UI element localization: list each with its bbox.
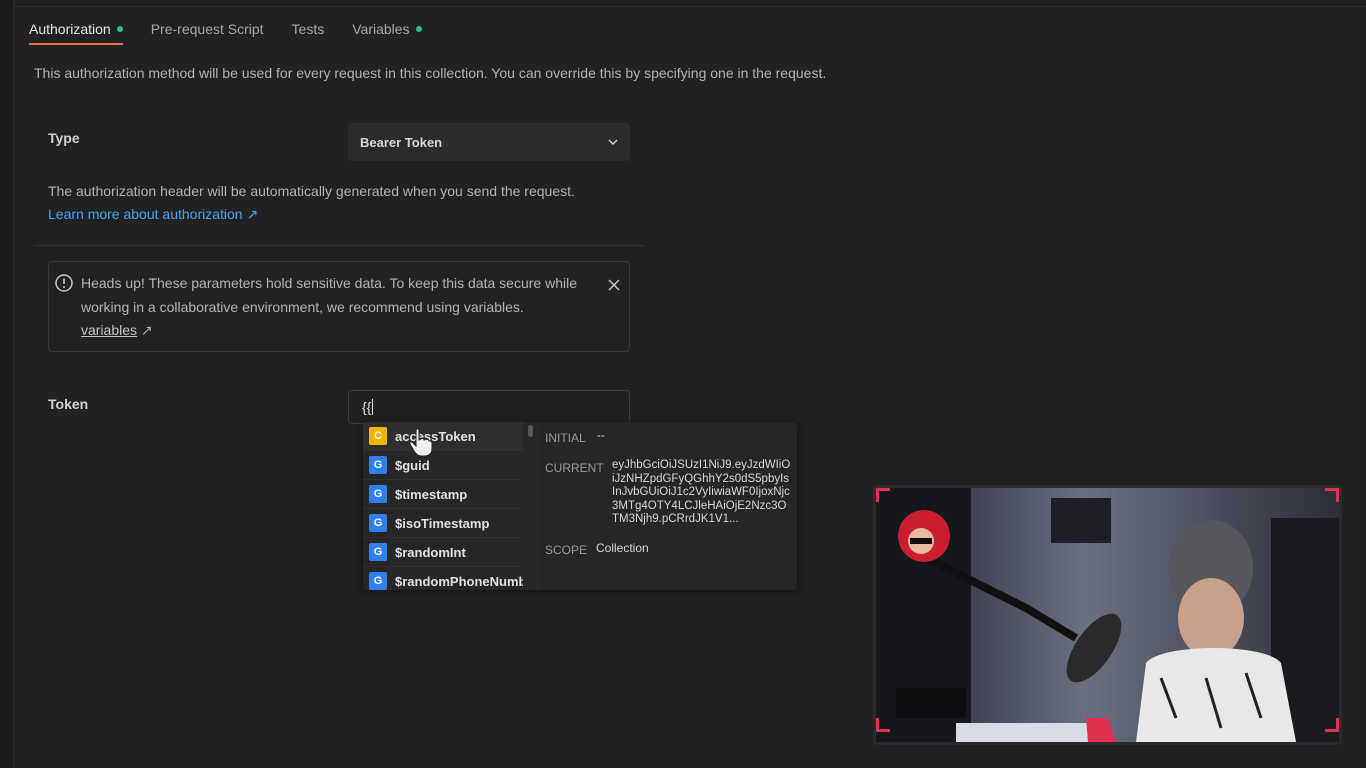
frame-corner [876, 488, 890, 502]
type-label: Type [48, 130, 80, 146]
initial-value: -- [597, 428, 605, 442]
scope-value: Collection [596, 541, 649, 555]
auth-description: This authorization method will be used f… [34, 65, 827, 81]
auth-type-select[interactable]: Bearer Token [348, 123, 630, 161]
tab-variables[interactable]: Variables [352, 14, 422, 44]
info-icon [55, 274, 73, 292]
frame-corner [1325, 718, 1339, 732]
section-divider [34, 245, 644, 246]
close-icon[interactable] [607, 278, 621, 292]
alert-text: Heads up! These parameters hold sensitiv… [81, 275, 577, 315]
autocomplete-item-randomint[interactable]: G $randomInt [363, 538, 523, 567]
top-divider [14, 6, 1366, 7]
collection-badge: C [369, 427, 387, 445]
token-input[interactable]: {{ [348, 390, 630, 424]
autocomplete-item-timestamp[interactable]: G $timestamp [363, 480, 523, 509]
tab-label: Pre-request Script [150, 21, 264, 37]
variable-name: $isoTimestamp [395, 515, 490, 531]
hand-cursor-icon [409, 428, 433, 457]
autocomplete-item-randomphonenumber[interactable]: G $randomPhoneNumb [363, 567, 523, 590]
frame-corner [1325, 488, 1339, 502]
global-badge: G [369, 485, 387, 503]
tab-bar: Authorization Pre-request Script Tests V… [29, 14, 450, 46]
global-badge: G [369, 514, 387, 532]
scrollbar-thumb[interactable] [528, 425, 533, 437]
global-badge: G [369, 543, 387, 561]
status-dot [116, 26, 123, 32]
learn-more-link[interactable]: Learn more about authorization ↗ [48, 206, 258, 223]
tab-pre-request-script[interactable]: Pre-request Script [151, 14, 264, 44]
tab-label: Tests [291, 21, 325, 37]
variable-name: $randomPhoneNumb [395, 573, 523, 589]
current-label: CURRENT [545, 461, 604, 475]
frame-corner [876, 718, 890, 732]
token-label: Token [48, 396, 89, 412]
tab-authorization[interactable]: Authorization [29, 14, 123, 45]
autocomplete-item-guid[interactable]: G $guid [363, 451, 523, 480]
tab-tests[interactable]: Tests [292, 14, 325, 44]
autocomplete-item-accesstoken[interactable]: C accessToken [363, 422, 523, 451]
variables-link[interactable]: variables [81, 322, 137, 338]
webcam-video [876, 488, 1339, 742]
current-value: eyJhbGciOiJSUzI1NiJ9.eyJzdWIiOiJzNHZpdGF… [612, 459, 791, 525]
variable-name: $guid [395, 457, 430, 473]
chevron-down-icon [608, 139, 618, 146]
status-dot [415, 26, 422, 32]
autocomplete-list: C accessToken G $guid G $timestamp G $is… [363, 422, 537, 590]
tab-label: Variables [352, 21, 410, 37]
variable-name: $timestamp [395, 486, 468, 502]
left-sidebar-strip [0, 0, 14, 768]
auth-type-value: Bearer Token [360, 134, 443, 150]
variable-name: $randomInt [395, 544, 466, 560]
webcam-overlay [873, 485, 1342, 745]
scope-label: SCOPE [545, 543, 588, 557]
tab-label: Authorization [29, 21, 111, 37]
global-badge: G [369, 456, 387, 474]
variable-detail-panel: INITIAL -- CURRENT eyJhbGciOiJSUzI1NiJ9.… [537, 422, 797, 590]
initial-label: INITIAL [545, 431, 586, 445]
global-badge: G [369, 572, 387, 590]
autocomplete-item-isotimestamp[interactable]: G $isoTimestamp [363, 509, 523, 538]
token-value: {{ [362, 399, 372, 415]
alert-message: Heads up! These parameters hold sensitiv… [81, 272, 581, 343]
external-link-icon: ↗ [140, 322, 153, 338]
sensitive-data-alert: Heads up! These parameters hold sensitiv… [48, 261, 630, 352]
text-caret [372, 399, 374, 415]
auth-helper-text: The authorization header will be automat… [48, 183, 575, 199]
webcam-frame [873, 485, 1342, 745]
